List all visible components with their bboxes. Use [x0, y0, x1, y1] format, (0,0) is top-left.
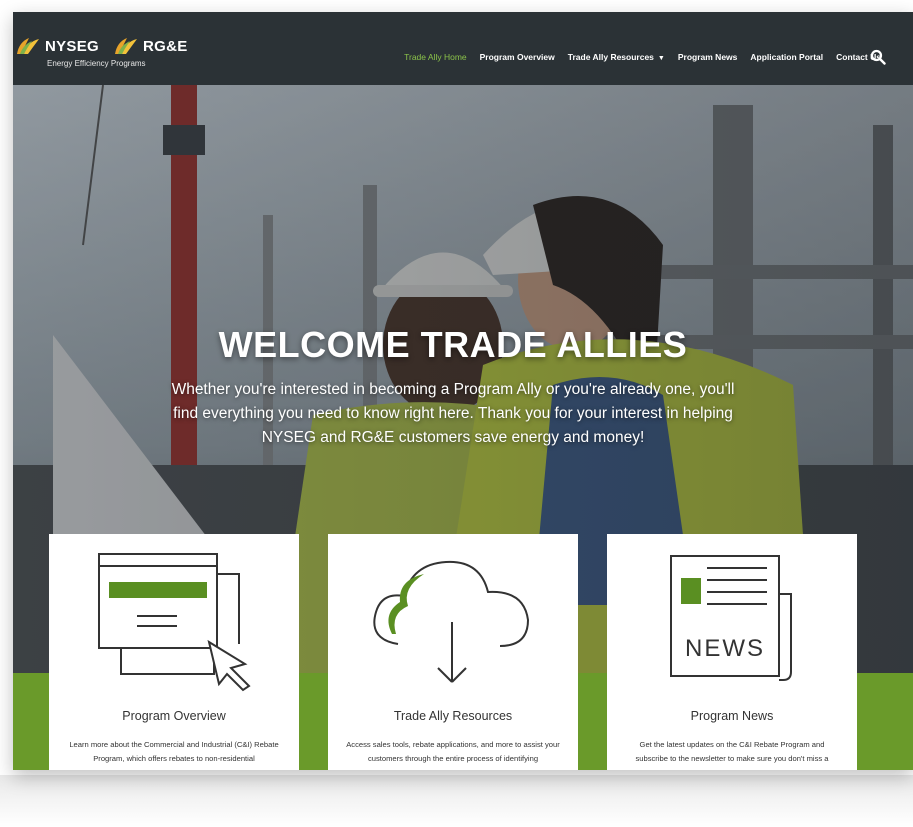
card-program-overview[interactable]: Program Overview Learn more about the Co… — [49, 534, 299, 770]
leaf-logo-icon — [115, 38, 138, 54]
chevron-down-icon: ▼ — [657, 55, 665, 62]
card-description: Learn more about the Commercial and Indu… — [69, 740, 279, 763]
nav-program-news[interactable]: Program News — [678, 52, 738, 62]
cloud-download-icon — [373, 560, 530, 683]
brand-tagline: Energy Efficiency Programs — [47, 59, 146, 68]
card-title: Program News — [690, 709, 774, 723]
nav-application-portal[interactable]: Application Portal — [750, 52, 823, 62]
card-description: Access sales tools, rebate applications,… — [346, 740, 560, 763]
card-trade-ally-resources[interactable]: Trade Ally Resources Access sales tools,… — [328, 534, 578, 770]
nav-program-overview[interactable]: Program Overview — [480, 52, 555, 62]
brand-rge: RG&E — [143, 37, 188, 55]
leaf-logo-icon — [17, 38, 39, 54]
site-logo[interactable]: NYSEG RG&E Energy Efficiency Programs — [15, 36, 188, 68]
brand-nyseg: NYSEG — [45, 37, 100, 55]
browser-window-cursor-icon — [98, 553, 251, 692]
page-shadow — [0, 775, 913, 827]
nav-trade-ally-resources-label: Trade Ally Resources — [567, 52, 654, 62]
card-description: Get the latest updates on the C&I Rebate… — [635, 740, 829, 763]
top-navbar: NYSEG RG&E Energy Efficiency Programs Tr… — [13, 12, 913, 85]
card-program-news[interactable]: NEWS Program News Get the latest updates… — [607, 534, 857, 770]
nav-trade-ally-home[interactable]: Trade Ally Home — [404, 52, 467, 62]
nav-trade-ally-resources[interactable]: Trade Ally Resources ▼ — [568, 52, 665, 62]
news-icon-text: NEWS — [685, 635, 765, 662]
hero-title: WELCOME TRADE ALLIES — [218, 324, 688, 365]
hero-description: Whether you're interested in becoming a … — [171, 381, 735, 446]
newspaper-icon: NEWS — [670, 555, 792, 681]
card-title: Trade Ally Resources — [393, 709, 513, 723]
card-title: Program Overview — [122, 709, 226, 723]
search-icon[interactable] — [870, 49, 886, 65]
site-frame: NYSEG RG&E Energy Efficiency Programs Tr… — [13, 12, 913, 770]
main-menu: Trade Ally Home Program Overview Trade A… — [391, 52, 881, 62]
